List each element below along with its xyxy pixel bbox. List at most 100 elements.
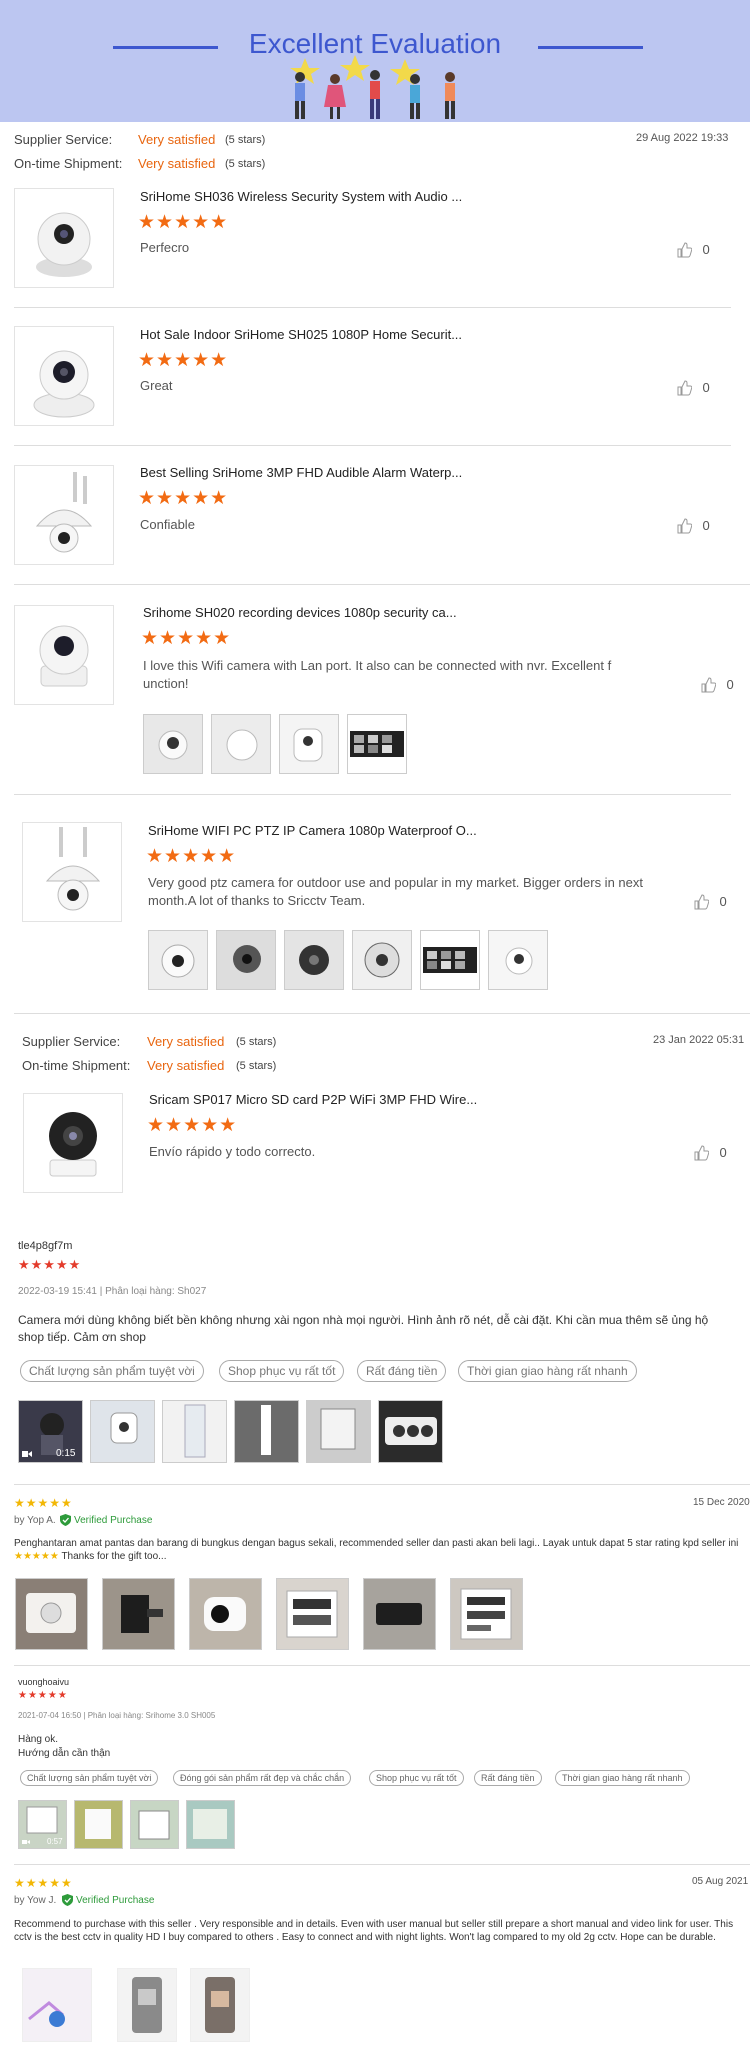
product-thumbnail[interactable] <box>14 188 114 288</box>
celebrating-people-illustration <box>290 55 455 119</box>
like-button[interactable]: 0 <box>676 517 710 535</box>
review-photo[interactable] <box>22 1968 92 2042</box>
review-photo[interactable] <box>420 930 480 990</box>
thumbs-up-icon <box>677 380 693 396</box>
product-thumbnail[interactable] <box>14 605 114 705</box>
product-title[interactable]: Best Selling SriHome 3MP FHD Audible Ala… <box>140 465 462 480</box>
review-text: Recommend to purchase with this seller .… <box>14 1919 734 1943</box>
evaluation-banner: Excellent Evaluation <box>0 0 750 122</box>
thumbs-up-icon <box>677 518 693 534</box>
review-photo[interactable] <box>488 930 548 990</box>
review-tag: Rất đáng tiền <box>474 1770 542 1786</box>
product-thumbnail[interactable] <box>14 465 114 565</box>
video-duration: 0:15 <box>56 1448 76 1459</box>
reviewer-username: vuonghoaivu <box>18 1677 70 1687</box>
review-text: Camera mới dùng không biết bền không như… <box>18 1313 709 1344</box>
review-tag: Shop phục vụ rất tốt <box>219 1360 345 1382</box>
review-photo[interactable] <box>162 1400 227 1463</box>
thumbs-up-icon <box>694 894 710 910</box>
like-button[interactable]: 0 <box>693 893 727 911</box>
like-count: 0 <box>702 242 710 257</box>
review-photo[interactable] <box>378 1400 443 1463</box>
like-count: 0 <box>726 677 734 692</box>
divider <box>14 794 731 795</box>
shipment-stars: (5 stars) <box>225 158 266 170</box>
shipment-label: On-time Shipment: <box>22 1058 131 1073</box>
like-count: 0 <box>719 894 727 909</box>
review-video[interactable]: 0:57 <box>18 1800 67 1849</box>
rating-stars: ★★★★★ <box>138 212 229 233</box>
product-thumbnail[interactable] <box>14 326 114 426</box>
review-date: 15 Dec 2020 <box>693 1497 750 1508</box>
product-title[interactable]: Hot Sale Indoor SriHome SH025 1080P Home… <box>140 327 462 342</box>
video-camera-icon <box>22 1451 32 1457</box>
product-thumbnail[interactable] <box>23 1093 123 1193</box>
reviewer-name: by Yop A. <box>14 1515 56 1526</box>
like-count: 0 <box>719 1145 727 1160</box>
verified-purchase: Verified Purchase <box>74 1515 153 1526</box>
review-meta: 2022-03-19 15:41 | Phân loại hàng: Sh027 <box>18 1286 207 1297</box>
review-photo[interactable] <box>279 714 339 774</box>
review-photo[interactable] <box>276 1578 349 1650</box>
product-title[interactable]: Sricam SP017 Micro SD card P2P WiFi 3MP … <box>149 1092 477 1107</box>
divider <box>14 307 731 308</box>
review-photo[interactable] <box>15 1578 88 1650</box>
review-photo[interactable] <box>190 1968 250 2042</box>
verified-shield-icon <box>62 1894 73 1906</box>
review-text: Penghantaran amat pantas dan barang di b… <box>14 1537 744 1563</box>
review-photo[interactable] <box>347 714 407 774</box>
review-photo[interactable] <box>363 1578 436 1650</box>
shipment-value: Very satisfied <box>138 156 216 171</box>
review-photo[interactable] <box>234 1400 299 1463</box>
divider <box>14 1864 750 1865</box>
product-title[interactable]: SriHome SH036 Wireless Security System w… <box>140 189 462 204</box>
review-line-1: Hàng ok. <box>18 1734 59 1745</box>
divider <box>14 1484 750 1485</box>
thumbs-up-icon <box>701 677 717 693</box>
rating-stars: ★★★★★ <box>18 1690 68 1701</box>
review-photo[interactable] <box>143 714 203 774</box>
review-photo[interactable] <box>211 714 271 774</box>
review-tag: Shop phục vụ rất tốt <box>369 1770 464 1786</box>
review-line-2: Hướng dẫn cần thận <box>18 1748 111 1759</box>
review-meta: 2021-07-04 16:50 | Phân loại hàng: Sriho… <box>18 1711 216 1720</box>
supplier-service-label: Supplier Service: <box>22 1034 121 1049</box>
review-text: Perfecro <box>140 240 190 255</box>
like-button[interactable]: 0 <box>676 379 710 397</box>
thumbs-up-icon <box>694 1145 710 1161</box>
product-title[interactable]: Srihome SH020 recording devices 1080p se… <box>143 605 457 620</box>
supplier-service-stars: (5 stars) <box>225 134 266 146</box>
review-photo[interactable] <box>74 1800 123 1849</box>
review-photo[interactable] <box>306 1400 371 1463</box>
review-photo[interactable] <box>186 1800 235 1849</box>
like-button[interactable]: 0 <box>676 241 710 259</box>
review-text-end: Thanks for the gift too... <box>61 1551 167 1562</box>
review-photo[interactable] <box>117 1968 177 2042</box>
review-photo[interactable] <box>450 1578 523 1650</box>
divider <box>14 1013 750 1014</box>
review-photo[interactable] <box>189 1578 262 1650</box>
thumbs-up-icon <box>677 242 693 258</box>
review-photo[interactable] <box>130 1800 179 1849</box>
like-button[interactable]: 0 <box>693 1144 727 1162</box>
verified-purchase: Verified Purchase <box>76 1895 155 1906</box>
product-thumbnail[interactable] <box>22 822 122 922</box>
review-photo[interactable] <box>90 1400 155 1463</box>
review-photo[interactable] <box>284 930 344 990</box>
product-title[interactable]: SriHome WIFI PC PTZ IP Camera 1080p Wate… <box>148 823 477 838</box>
review-photo[interactable] <box>148 930 208 990</box>
supplier-service-label: Supplier Service: <box>14 132 113 147</box>
like-button[interactable]: 0 <box>700 676 734 694</box>
supplier-service-value: Very satisfied <box>147 1034 225 1049</box>
review-photo[interactable] <box>352 930 412 990</box>
review-photo[interactable] <box>102 1578 175 1650</box>
supplier-service-stars: (5 stars) <box>236 1036 277 1048</box>
review-video[interactable]: 0:15 <box>18 1400 83 1463</box>
rating-stars: ★★★★★ <box>18 1257 82 1272</box>
reviewer-username: tle4p8gf7m <box>18 1240 73 1252</box>
review-tag: Chất lượng sản phẩm tuyệt vời <box>20 1770 159 1786</box>
supplier-service-value: Very satisfied <box>138 132 216 147</box>
review-photo[interactable] <box>216 930 276 990</box>
shipment-stars: (5 stars) <box>236 1060 277 1072</box>
verified-shield-icon <box>60 1514 71 1526</box>
